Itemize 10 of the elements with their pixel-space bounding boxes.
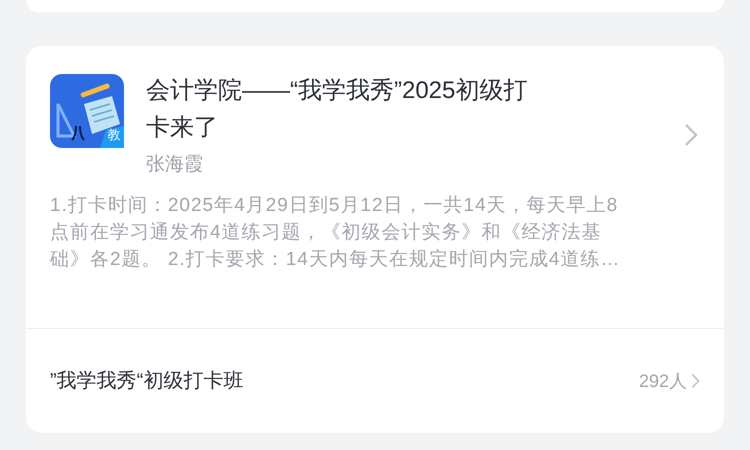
app-icon [50, 74, 124, 148]
author-name: 张海霞 [146, 153, 204, 177]
chevron-right-icon [691, 373, 700, 389]
badge-label: 教 [108, 127, 120, 143]
course-description: 1.打卡时间：2025年4月29日到5月12日，一共14天，每天早上8点前在学习通发布4道练习题，《初级会计实务》和《经济法基础》各2题。 2.打卡要求：14天内每天在规定时间内完成4道练… [50, 194, 622, 272]
member-count: 292人 [638, 370, 687, 392]
course-card[interactable]: 会计学院——“我学我秀”2025初级打卡来了 张海霞 教 1.打卡时间：2025年4月29日到5月12日，一共14天，每天早上8点前在学习通发布4道练习题，《初级会计实务》和《经济法基础》各2题。 2.打卡要求：14天内每天在规定时间内完成4道练… ”我学我秀“初级打卡班 292人 [26, 46, 724, 433]
course-title: 会计学院——“我学我秀”2025初级打卡来了 [146, 76, 528, 143]
class-name: ”我学我秀“初级打卡班 [50, 369, 244, 394]
chevron-right-icon [684, 123, 698, 147]
